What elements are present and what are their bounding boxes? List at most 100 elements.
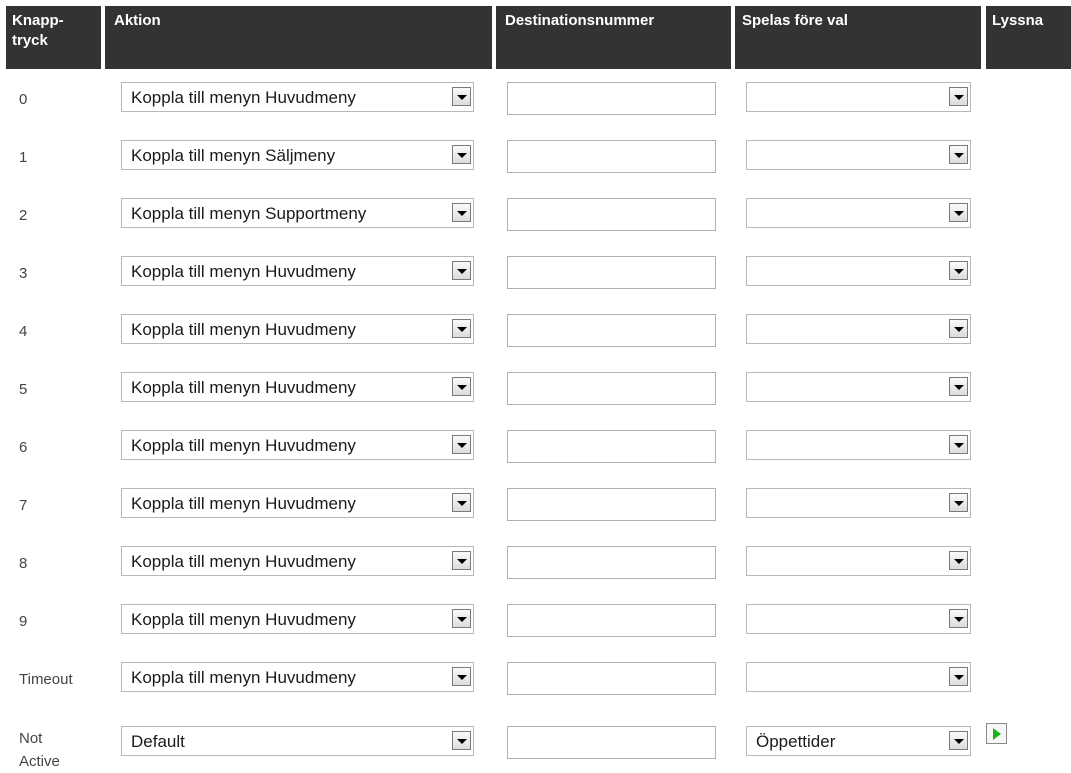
play-before-select[interactable]: Öppettider: [746, 726, 971, 756]
header-knapptryck-line2: tryck: [12, 32, 48, 49]
chevron-down-icon[interactable]: [949, 493, 968, 512]
chevron-down-icon[interactable]: [452, 87, 471, 106]
row-key-label: 8: [19, 555, 28, 572]
action-select[interactable]: Koppla till menyn Säljmeny: [121, 140, 474, 170]
table-row: 5 Koppla till menyn Huvudmeny: [0, 372, 1071, 416]
destination-input[interactable]: [507, 726, 716, 759]
action-select-value: Koppla till menyn Huvudmeny: [131, 610, 356, 629]
row-key-label: 5: [19, 381, 28, 398]
action-select[interactable]: Koppla till menyn Huvudmeny: [121, 372, 474, 402]
chevron-down-icon[interactable]: [452, 609, 471, 628]
row-key-label: 2: [19, 207, 28, 224]
chevron-down-icon[interactable]: [452, 667, 471, 686]
action-select[interactable]: Koppla till menyn Huvudmeny: [121, 546, 474, 576]
destination-input[interactable]: [507, 372, 716, 405]
table-row: 7 Koppla till menyn Huvudmeny: [0, 488, 1071, 532]
destination-input[interactable]: [507, 430, 716, 463]
chevron-down-icon[interactable]: [949, 203, 968, 222]
chevron-down-icon[interactable]: [949, 667, 968, 686]
row-key-label: 3: [19, 265, 28, 282]
action-select-value: Koppla till menyn Huvudmeny: [131, 436, 356, 455]
header-lyssna: Lyssna: [986, 6, 1071, 69]
play-before-select[interactable]: [746, 662, 971, 692]
action-select-value: Koppla till menyn Huvudmeny: [131, 668, 356, 687]
row-key-label: Timeout: [19, 671, 73, 688]
row-key-label: 7: [19, 497, 28, 514]
table-row: 2 Koppla till menyn Supportmeny: [0, 198, 1071, 242]
play-icon[interactable]: [986, 723, 1007, 744]
action-select[interactable]: Koppla till menyn Huvudmeny: [121, 430, 474, 460]
row-key-label: 0: [19, 91, 28, 108]
play-before-select[interactable]: [746, 82, 971, 112]
chevron-down-icon[interactable]: [452, 377, 471, 396]
table-row-not-active: Not Active Default Öppettider: [0, 723, 1071, 773]
chevron-down-icon[interactable]: [949, 731, 968, 750]
play-before-select-value: Öppettider: [756, 732, 836, 751]
chevron-down-icon[interactable]: [949, 319, 968, 338]
destination-input[interactable]: [507, 662, 716, 695]
chevron-down-icon[interactable]: [452, 261, 471, 280]
destination-input[interactable]: [507, 198, 716, 231]
row-key-label: Not Active: [19, 727, 60, 773]
chevron-down-icon[interactable]: [949, 609, 968, 628]
chevron-down-icon[interactable]: [452, 731, 471, 750]
play-before-select[interactable]: [746, 314, 971, 344]
header-aktion: Aktion: [105, 6, 492, 69]
action-select-value: Koppla till menyn Huvudmeny: [131, 552, 356, 571]
chevron-down-icon[interactable]: [949, 145, 968, 164]
chevron-down-icon[interactable]: [452, 203, 471, 222]
not-active-line1: Not: [19, 730, 43, 747]
header-knapptryck: Knapp- tryck: [6, 6, 101, 69]
chevron-down-icon[interactable]: [452, 551, 471, 570]
row-key-label: 6: [19, 439, 28, 456]
chevron-down-icon[interactable]: [949, 87, 968, 106]
play-before-select[interactable]: [746, 604, 971, 634]
destination-input[interactable]: [507, 82, 716, 115]
action-select[interactable]: Koppla till menyn Huvudmeny: [121, 662, 474, 692]
action-select[interactable]: Koppla till menyn Huvudmeny: [121, 314, 474, 344]
play-before-select[interactable]: [746, 372, 971, 402]
header-spelas-fore-val: Spelas före val: [735, 6, 981, 69]
destination-input[interactable]: [507, 314, 716, 347]
action-select[interactable]: Koppla till menyn Huvudmeny: [121, 488, 474, 518]
action-select-value: Koppla till menyn Huvudmeny: [131, 262, 356, 281]
play-before-select[interactable]: [746, 546, 971, 576]
action-select[interactable]: Koppla till menyn Huvudmeny: [121, 604, 474, 634]
table-row: 1 Koppla till menyn Säljmeny: [0, 140, 1071, 184]
chevron-down-icon[interactable]: [949, 261, 968, 280]
chevron-down-icon[interactable]: [949, 435, 968, 454]
table-row: 3 Koppla till menyn Huvudmeny: [0, 256, 1071, 300]
table-header: Knapp- tryck Aktion Destinationsnummer S…: [0, 0, 1071, 69]
destination-input[interactable]: [507, 546, 716, 579]
destination-input[interactable]: [507, 140, 716, 173]
chevron-down-icon[interactable]: [452, 493, 471, 512]
action-select-value: Koppla till menyn Huvudmeny: [131, 88, 356, 107]
play-before-select[interactable]: [746, 488, 971, 518]
header-destinationsnummer: Destinationsnummer: [496, 6, 731, 69]
table-row: 6 Koppla till menyn Huvudmeny: [0, 430, 1071, 474]
table-row: 4 Koppla till menyn Huvudmeny: [0, 314, 1071, 358]
action-select[interactable]: Default: [121, 726, 474, 756]
destination-input[interactable]: [507, 256, 716, 289]
table-row: 0 Koppla till menyn Huvudmeny: [0, 82, 1071, 126]
chevron-down-icon[interactable]: [452, 145, 471, 164]
header-knapptryck-line1: Knapp-: [12, 12, 64, 29]
play-before-select[interactable]: [746, 140, 971, 170]
destination-input[interactable]: [507, 488, 716, 521]
row-key-label: 9: [19, 613, 28, 630]
chevron-down-icon[interactable]: [949, 377, 968, 396]
chevron-down-icon[interactable]: [949, 551, 968, 570]
action-select-value: Koppla till menyn Huvudmeny: [131, 378, 356, 397]
action-select[interactable]: Koppla till menyn Huvudmeny: [121, 256, 474, 286]
action-select[interactable]: Koppla till menyn Huvudmeny: [121, 82, 474, 112]
table-row: Timeout Koppla till menyn Huvudmeny: [0, 662, 1071, 706]
play-before-select[interactable]: [746, 198, 971, 228]
action-select-value: Koppla till menyn Huvudmeny: [131, 494, 356, 513]
play-before-select[interactable]: [746, 430, 971, 460]
action-select[interactable]: Koppla till menyn Supportmeny: [121, 198, 474, 228]
chevron-down-icon[interactable]: [452, 319, 471, 338]
row-key-label: 1: [19, 149, 28, 166]
play-before-select[interactable]: [746, 256, 971, 286]
destination-input[interactable]: [507, 604, 716, 637]
chevron-down-icon[interactable]: [452, 435, 471, 454]
